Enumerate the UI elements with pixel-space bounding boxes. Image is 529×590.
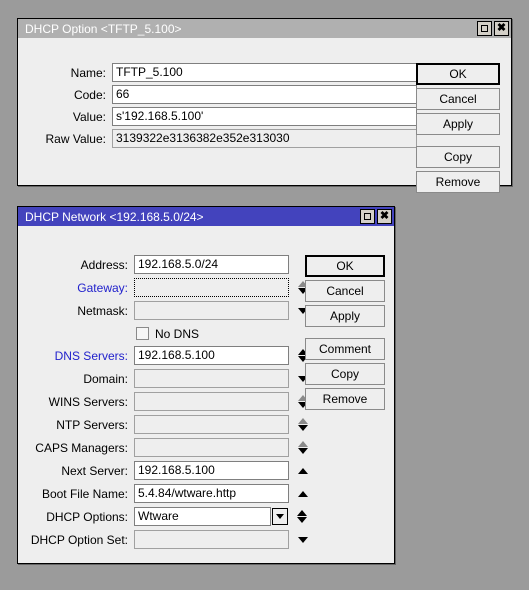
input-netmask[interactable] xyxy=(134,301,289,320)
caps-managers-spinner[interactable] xyxy=(296,438,310,457)
input-dhcp-options[interactable]: Wtware xyxy=(134,507,271,526)
remove-button[interactable]: Remove xyxy=(305,388,385,410)
label-ntp-servers: NTP Servers: xyxy=(56,417,128,432)
ok-button[interactable]: OK xyxy=(416,63,500,85)
dhcp-option-body: Name: TFTP_5.100 Code: 66 Value: s'192.168.5.… xyxy=(18,38,511,193)
dhcp-options-down-arrow-icon[interactable] xyxy=(295,507,309,526)
next-server-up-arrow-icon[interactable] xyxy=(296,461,310,480)
label-dhcp-option-set: DHCP Option Set: xyxy=(30,532,128,547)
input-gateway[interactable] xyxy=(134,278,289,297)
field-row-dhcp-options: DHCP Options: Wtware xyxy=(26,507,309,526)
no-dns-checkbox-row: No DNS xyxy=(136,324,199,343)
field-row-name: Name: TFTP_5.100 xyxy=(26,63,417,82)
label-boot-file-name: Boot File Name: xyxy=(41,486,128,501)
field-row-wins-servers: WINS Servers: xyxy=(26,392,310,411)
dhcp-network-title: DHCP Network <192.168.5.0/24> xyxy=(25,209,204,224)
field-row-code: Code: 66 xyxy=(26,85,417,104)
label-wins-servers: WINS Servers: xyxy=(48,394,128,409)
maximize-icon[interactable] xyxy=(360,209,375,224)
field-row-ntp-servers: NTP Servers: xyxy=(26,415,310,434)
label-dhcp-options: DHCP Options: xyxy=(46,509,128,524)
ok-button[interactable]: OK xyxy=(305,255,385,277)
no-dns-checkbox[interactable] xyxy=(136,327,149,340)
field-row-gateway: Gateway: xyxy=(26,278,310,297)
field-row-caps-managers: CAPS Managers: xyxy=(26,438,310,457)
close-icon[interactable]: ✖ xyxy=(494,21,509,36)
input-caps-managers[interactable] xyxy=(134,438,289,457)
field-row-dns-servers: DNS Servers: 192.168.5.100 xyxy=(26,346,310,365)
field-row-dhcp-option-set: DHCP Option Set: xyxy=(26,530,310,549)
field-row-domain: Domain: xyxy=(26,369,310,388)
ntp-servers-spinner[interactable] xyxy=(296,415,310,434)
maximize-icon[interactable] xyxy=(477,21,492,36)
no-dns-label: No DNS xyxy=(155,326,200,341)
field-row-address: Address: 192.168.5.0/24 xyxy=(26,255,289,274)
label-value: Value: xyxy=(72,109,106,124)
cancel-button[interactable]: Cancel xyxy=(416,88,500,110)
dhcp-network-body: Address: 192.168.5.0/24 Gateway: Netmask: DN… xyxy=(18,226,394,563)
label-raw-value: Raw Value: xyxy=(45,131,106,146)
label-caps-managers: CAPS Managers: xyxy=(35,440,128,455)
dhcp-network-dialog: DHCP Network <192.168.5.0/24> ✖ Address:… xyxy=(17,206,395,564)
dhcp-option-titlebar[interactable]: DHCP Option <TFTP_5.100> ✖ xyxy=(18,19,511,38)
label-gateway: Gateway: xyxy=(77,280,128,295)
dhcp-option-title: DHCP Option <TFTP_5.100> xyxy=(25,21,182,36)
input-next-server[interactable]: 192.168.5.100 xyxy=(134,461,289,480)
dhcp-option-dialog: DHCP Option <TFTP_5.100> ✖ Name: TFTP_5.1… xyxy=(17,18,512,193)
input-code[interactable]: 66 xyxy=(112,85,417,104)
label-domain: Domain: xyxy=(83,371,128,386)
field-row-netmask: Netmask: xyxy=(26,301,310,320)
dhcp-network-titlebar[interactable]: DHCP Network <192.168.5.0/24> ✖ xyxy=(18,207,394,226)
input-address[interactable]: 192.168.5.0/24 xyxy=(134,255,289,274)
apply-button[interactable]: Apply xyxy=(305,305,385,327)
field-row-next-server: Next Server: 192.168.5.100 xyxy=(26,461,310,480)
comment-button[interactable]: Comment xyxy=(305,338,385,360)
input-dns-servers[interactable]: 192.168.5.100 xyxy=(134,346,289,365)
apply-button[interactable]: Apply xyxy=(416,113,500,135)
window-controls: ✖ xyxy=(360,209,392,224)
copy-button[interactable]: Copy xyxy=(305,363,385,385)
field-row-boot-file-name: Boot File Name: 5.4.84/wtware.http xyxy=(26,484,310,503)
input-boot-file-name[interactable]: 5.4.84/wtware.http xyxy=(134,484,289,503)
input-wins-servers[interactable] xyxy=(134,392,289,411)
label-code: Code: xyxy=(73,87,106,102)
input-value[interactable]: s'192.168.5.100' xyxy=(112,107,417,126)
dhcp-option-set-down-arrow-icon[interactable] xyxy=(296,530,310,549)
field-row-value: Value: s'192.168.5.100' xyxy=(26,107,417,126)
boot-file-name-up-arrow-icon[interactable] xyxy=(296,484,310,503)
input-dhcp-option-set[interactable] xyxy=(134,530,289,549)
chevron-down-icon[interactable] xyxy=(272,508,288,525)
close-icon[interactable]: ✖ xyxy=(377,209,392,224)
window-controls: ✖ xyxy=(477,21,509,36)
label-next-server: Next Server: xyxy=(61,463,128,478)
label-netmask: Netmask: xyxy=(77,303,128,318)
input-raw-value: 3139322e3136382e352e313030 xyxy=(112,129,417,148)
copy-button[interactable]: Copy xyxy=(416,146,500,168)
field-row-raw-value: Raw Value: 3139322e3136382e352e313030 xyxy=(26,129,417,148)
label-dns-servers: DNS Servers: xyxy=(54,348,128,363)
input-name[interactable]: TFTP_5.100 xyxy=(112,63,417,82)
remove-button[interactable]: Remove xyxy=(416,171,500,193)
label-name: Name: xyxy=(70,65,106,80)
input-domain[interactable] xyxy=(134,369,289,388)
input-ntp-servers[interactable] xyxy=(134,415,289,434)
cancel-button[interactable]: Cancel xyxy=(305,280,385,302)
label-address: Address: xyxy=(80,257,128,272)
